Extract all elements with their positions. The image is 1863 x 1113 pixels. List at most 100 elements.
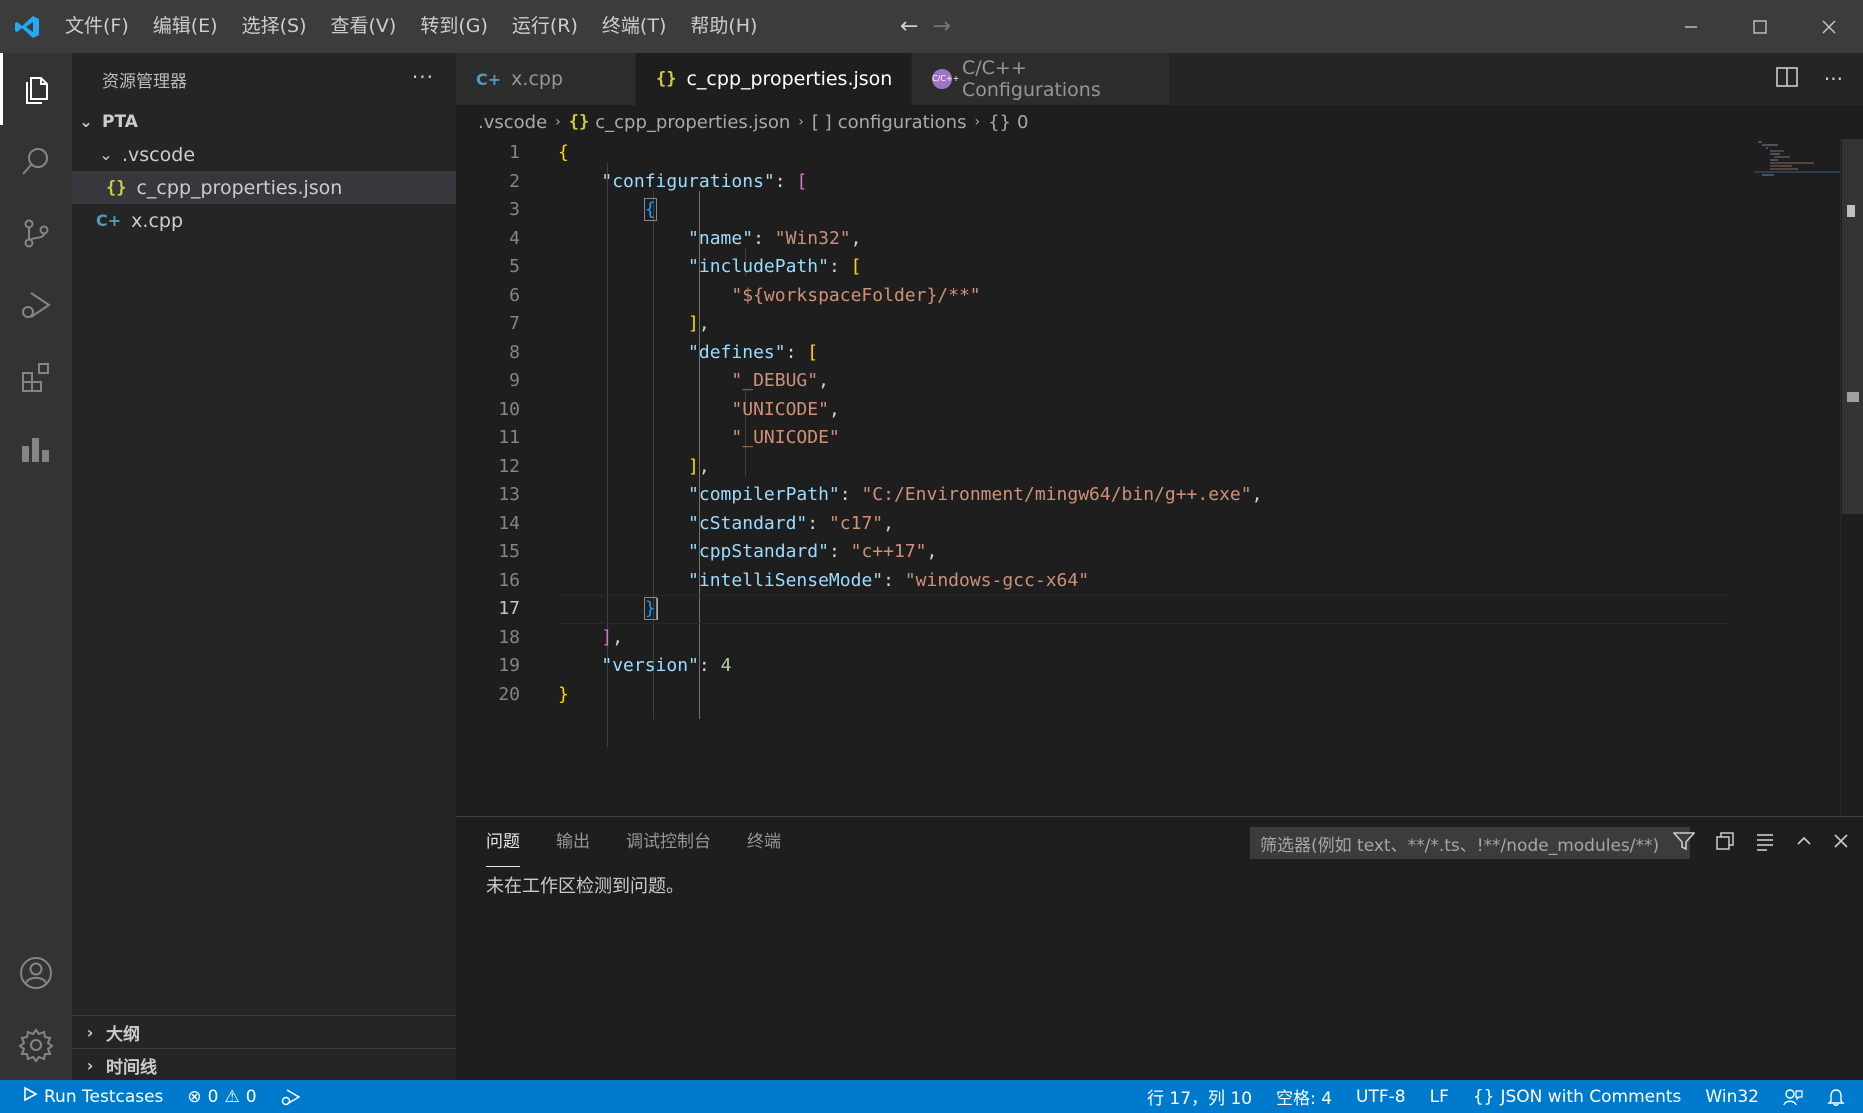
testcases-chart-icon[interactable] [0,413,72,485]
json-key: "cppStandard" [688,541,829,562]
menu-view[interactable]: 查看(V) [319,0,409,53]
tab-debug-console[interactable]: 调试控制台 [626,817,711,867]
back-arrow-icon[interactable]: ← [900,14,918,39]
breadcrumb-configurations[interactable]: configurations [838,112,967,133]
close-panel-icon[interactable] [1833,833,1849,853]
error-icon: ⊗ [187,1086,202,1107]
line-number: 9 [509,370,520,391]
scrollbar-marker [1847,392,1859,402]
file-label: c_cpp_properties.json [136,176,343,199]
forward-arrow-icon[interactable]: → [932,14,950,39]
run-debug-icon[interactable] [0,269,72,341]
menu-run[interactable]: 运行(R) [500,0,590,53]
explorer-title: 资源管理器 [102,71,187,92]
cpp-configuration[interactable]: Win32 [1693,1080,1771,1113]
menu-terminal[interactable]: 终端(T) [590,0,678,53]
word-wrap-icon[interactable] [1755,831,1775,855]
maximize-button[interactable] [1725,0,1794,53]
settings-gear-icon[interactable] [0,1009,72,1081]
breadcrumb-index[interactable]: 0 [1017,112,1028,133]
explorer-icon[interactable] [0,53,72,125]
timeline-label: 时间线 [106,1057,157,1078]
code-line: 20} [456,681,1756,710]
tab-cpp-configurations[interactable]: C/C++ C/C++ Configurations [912,53,1170,105]
feedback-icon[interactable] [1771,1080,1815,1113]
line-number: 13 [498,484,520,505]
json-key: "name" [688,227,754,249]
notifications-bell-icon[interactable] [1815,1080,1863,1113]
tab-problems[interactable]: 问题 [486,817,520,867]
more-actions-icon[interactable]: ··· [412,65,434,89]
line-number: 10 [498,398,520,420]
menu-file[interactable]: 文件(F) [53,0,141,53]
code-line: 16 "intelliSenseMode": "windows-gcc-x64" [456,567,1756,596]
code-line: 6 "${workspaceFolder}/**" [456,282,1756,311]
tab-x-cpp[interactable]: C+ x.cpp [456,53,636,105]
line-number: 3 [509,199,520,220]
code-line: 11 "_UNICODE" [456,424,1756,453]
text-cursor [655,598,658,620]
chevron-down-icon: ⌄ [99,145,113,164]
breadcrumb-folder[interactable]: .vscode [478,112,547,133]
tab-output[interactable]: 输出 [556,817,590,867]
minimap[interactable] [1734,139,1844,816]
tree-file-c-cpp-properties[interactable]: {} c_cpp_properties.json [72,171,456,204]
code-editor[interactable]: 1{ 2 "configurations": [ 3 { 4 "name": "… [456,139,1863,816]
encoding[interactable]: UTF-8 [1344,1080,1418,1113]
json-string: "_UNICODE" [731,427,840,448]
breadcrumb: .vscode › {} c_cpp_properties.json › [ ]… [456,105,1863,139]
json-string: "_DEBUG" [731,370,819,391]
scrollbar-thumb[interactable] [1842,139,1863,514]
run-testcases-label: Run Testcases [44,1086,164,1107]
problems-filter-input[interactable]: 筛选器(例如 text、**/*.ts、!**/node_modules/**) [1250,827,1690,859]
status-bar: Run Testcases ⊗ 0 ⚠ 0 行 17，列 10 空格: 4 UT… [0,1080,1863,1113]
menu-selection[interactable]: 选择(S) [230,0,319,53]
tree-folder-vscode[interactable]: ⌄ .vscode [72,138,456,171]
menu-edit[interactable]: 编辑(E) [141,0,230,53]
menu-go[interactable]: 转到(G) [408,0,500,53]
source-control-icon[interactable] [0,197,72,269]
minimize-button[interactable] [1656,0,1725,53]
code-line: 12 ], [456,453,1756,482]
tree-file-x-cpp[interactable]: C+ x.cpp [72,204,456,237]
line-number: 19 [498,655,520,676]
extensions-icon[interactable] [0,341,72,413]
breadcrumb-file[interactable]: c_cpp_properties.json [595,112,790,133]
line-number: 14 [498,512,520,534]
chevron-right-icon: › [974,114,981,130]
debug-launch-icon[interactable] [269,1080,313,1113]
json-string: "c17" [828,512,884,534]
line-number: 20 [498,683,520,705]
language-mode[interactable]: {} JSON with Comments [1461,1080,1694,1113]
editor-scrollbar[interactable] [1840,139,1863,816]
indentation[interactable]: 空格: 4 [1264,1080,1344,1113]
line-number: 7 [509,313,520,334]
code-line: 18 ], [456,624,1756,653]
end-of-line[interactable]: LF [1418,1080,1461,1113]
close-window-button[interactable] [1794,0,1863,53]
collapse-all-icon[interactable] [1715,831,1735,855]
outline-section[interactable]: › 大纲 [72,1015,456,1048]
maximize-panel-icon[interactable] [1795,832,1813,854]
code-line: 15 "cppStandard": "c++17", [456,538,1756,567]
split-editor-icon[interactable] [1776,67,1798,91]
more-actions-icon[interactable]: ··· [1824,67,1843,91]
account-icon[interactable] [0,937,72,1009]
problems-status[interactable]: ⊗ 0 ⚠ 0 [175,1080,268,1113]
code-line: 5 "includePath": [ [456,253,1756,282]
line-number: 18 [498,626,520,648]
root-folder-label: PTA [102,111,138,132]
search-icon[interactable] [0,125,72,197]
json-string: "windows-gcc-x64" [904,569,1090,591]
run-testcases-button[interactable]: Run Testcases [0,1080,175,1113]
filter-icon[interactable] [1672,831,1696,855]
timeline-section[interactable]: › 时间线 [72,1048,456,1081]
tab-c-cpp-properties[interactable]: {} c_cpp_properties.json ✕ [636,53,929,105]
code-line: 13 "compilerPath": "C:/Environment/mingw… [456,481,1756,510]
error-count: 0 [207,1086,219,1107]
tab-terminal[interactable]: 终端 [747,817,781,867]
menu-help[interactable]: 帮助(H) [678,0,769,53]
panel-actions [1672,827,1849,859]
tree-root-pta[interactable]: ⌄ PTA [72,105,456,138]
cursor-position[interactable]: 行 17，列 10 [1135,1080,1264,1113]
